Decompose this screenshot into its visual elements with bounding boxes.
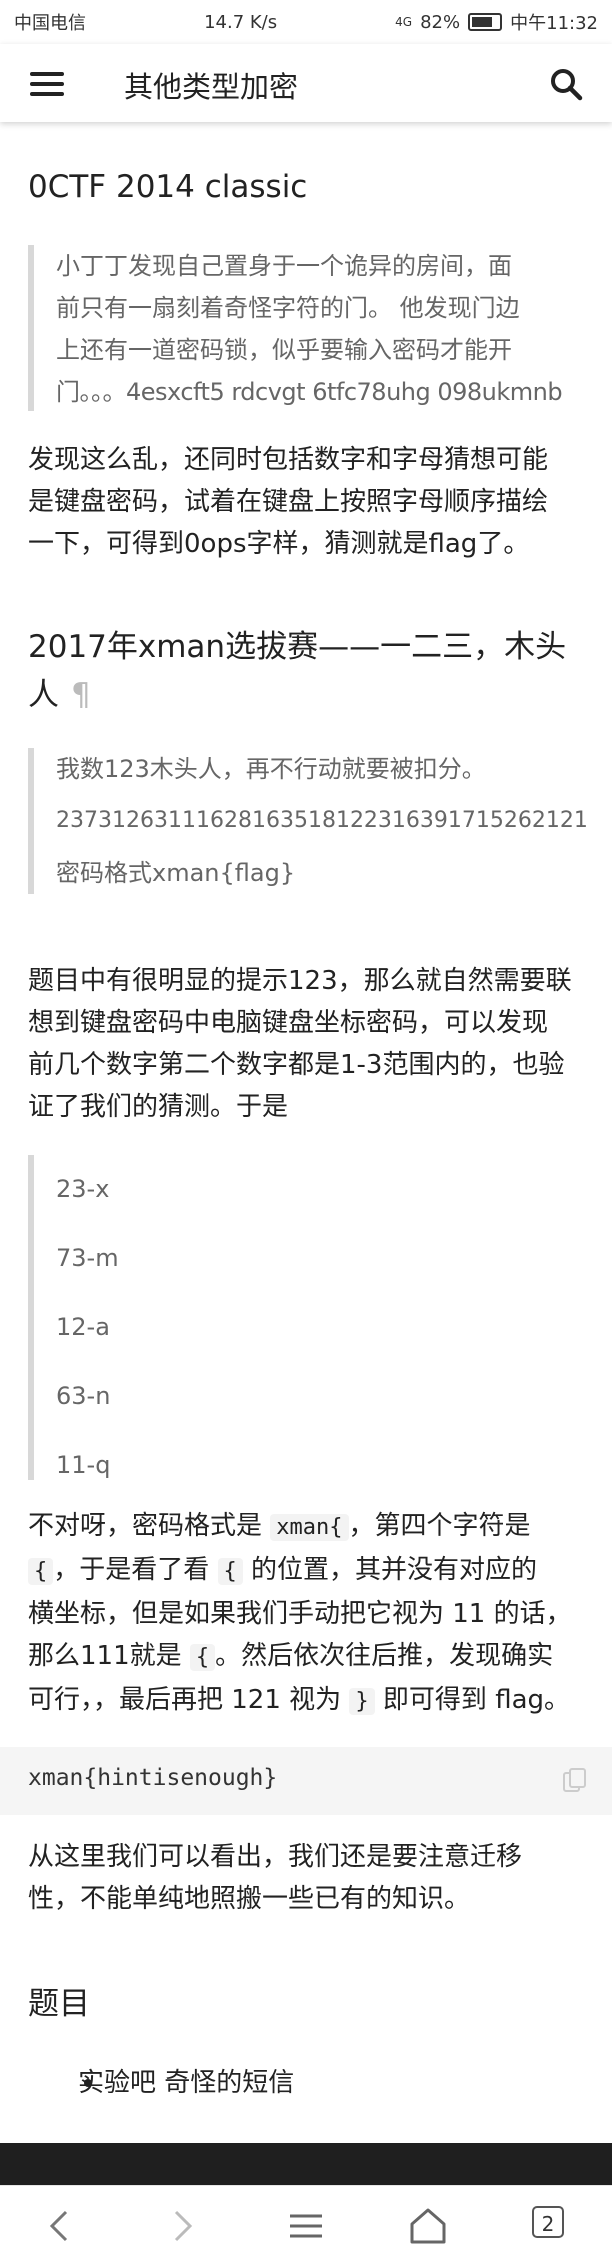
- status-right: 4G 82% 中午11:32: [395, 9, 598, 35]
- coord-item: 73-m: [56, 1244, 119, 1272]
- para-line: 可行，，最后再把 121 视为 } 即可得到 flag。: [28, 1685, 571, 1715]
- pilcrow-icon[interactable]: ¶: [71, 677, 91, 713]
- heading-line-2: 人 ¶: [28, 677, 91, 713]
- inline-code: {: [189, 1644, 216, 1671]
- carrier-label: 中国电信: [14, 13, 86, 34]
- copy-icon[interactable]: [562, 1767, 588, 1793]
- quote-line: 23731263111628163518122316391715262121: [56, 808, 588, 833]
- browser-nav-bar: 2: [0, 2185, 612, 2264]
- network-speed: 14.7 K/s: [204, 11, 278, 33]
- hamburger-menu-icon[interactable]: [30, 72, 64, 96]
- blockquote-0ctf: 小丁丁发现自己置身于一个诡异的房间，面 前只有一扇刻着奇怪字符的门。 他发现门边…: [28, 245, 588, 411]
- blockquote-xman: 我数123木头人，再不行动就要被扣分。 23731263111628163518…: [28, 748, 588, 894]
- para-line: 证了我们的猜测。于是: [28, 1092, 289, 1122]
- para-line: 那么111就是 {。然后依次往后推，发现确实: [28, 1641, 554, 1671]
- list-item[interactable]: 实验吧 奇怪的短信: [78, 2062, 294, 2099]
- coord-item: 23-x: [56, 1175, 110, 1203]
- battery-percent: 82%: [420, 11, 461, 33]
- app-bar: 其他类型加密: [0, 44, 612, 122]
- para-line: 是键盘密码，试着在键盘上按照字母顺序描绘: [28, 487, 549, 517]
- para-line: 性，不能单纯地照搬一些已有的知识。: [28, 1884, 471, 1914]
- paragraph-xman-2: 不对呀，密码格式是 xman{，第四个字符是 {，于是看了看 { 的位置，其并没…: [28, 1505, 588, 1723]
- status-bar: 中国电信 14.7 K/s 4G 82% 中午11:32: [0, 0, 612, 44]
- quote-line: 门。。。4esxcft5 rdcvgt 6tfc78uhg 098ukmnb: [56, 378, 563, 406]
- paragraph-xman-1: 题目中有很明显的提示123，那么就自然需要联 想到键盘密码中电脑键盘坐标密码，可…: [28, 960, 588, 1128]
- section-heading-xman: 2017年xman选拔赛——一二三，木头 人 ¶: [28, 623, 566, 719]
- para-line: 从这里我们可以看出，我们还是要注意迁移: [28, 1842, 523, 1872]
- home-icon[interactable]: [406, 2204, 450, 2248]
- inline-code: {: [217, 1558, 243, 1585]
- clock: 中午11:32: [510, 13, 598, 34]
- paragraph-0ctf: 发现这么乱，还同时包括数字和字母猜想可能 是键盘密码，试着在键盘上按照字母顺序描…: [28, 439, 588, 565]
- para-line: {，于是看了看 { 的位置，其并没有对应的: [28, 1549, 588, 1593]
- para-line: 横坐标，但是如果我们手动把它视为 11 的话，: [28, 1599, 572, 1629]
- battery-icon: [468, 13, 503, 31]
- coord-item: 11-q: [56, 1451, 111, 1479]
- blockquote-coordinates: 23-x 73-m 12-a 63-n 11-q: [28, 1155, 228, 1480]
- search-icon[interactable]: [546, 64, 586, 104]
- quote-line: 小丁丁发现自己置身于一个诡异的房间，面: [56, 252, 512, 280]
- para-line: 想到键盘密码中电脑键盘坐标密码，可以发现: [28, 1008, 549, 1038]
- section-heading-problems: 题目: [28, 1986, 90, 2022]
- quote-line: 密码格式xman{flag}: [56, 859, 296, 887]
- section-heading-0ctf: 0CTF 2014 classic: [28, 169, 308, 205]
- forward-icon[interactable]: [160, 2204, 204, 2248]
- footer-strip: [0, 2143, 612, 2185]
- tab-count-button[interactable]: 2: [532, 2206, 564, 2238]
- code-block[interactable]: xman{hintisenough}: [0, 1747, 612, 1815]
- quote-line: 上还有一道密码锁，似乎要输入密码才能开: [56, 336, 512, 364]
- coord-item: 12-a: [56, 1313, 110, 1341]
- inline-code: {: [28, 1558, 54, 1585]
- paragraph-xman-3: 从这里我们可以看出，我们还是要注意迁移 性，不能单纯地照搬一些已有的知识。: [28, 1836, 588, 1920]
- signal-label: 4G: [395, 15, 413, 29]
- para-line: 发现这么乱，还同时包括数字和字母猜想可能: [28, 445, 549, 475]
- quote-line: 我数123木头人，再不行动就要被扣分。: [56, 755, 486, 783]
- coord-item: 63-n: [56, 1382, 111, 1410]
- inline-code: xman{: [270, 1514, 349, 1541]
- para-line: 题目中有很明显的提示123，那么就自然需要联: [28, 966, 572, 996]
- para-line: 不对呀，密码格式是 xman{，第四个字符是: [28, 1511, 531, 1541]
- heading-line: 2017年xman选拔赛——一二三，木头: [28, 629, 567, 665]
- menu-icon[interactable]: [284, 2204, 328, 2248]
- code-text: xman{hintisenough}: [28, 1765, 278, 1791]
- quote-line: 前只有一扇刻着奇怪字符的门。 他发现门边: [56, 294, 520, 322]
- para-line: 前几个数字第二个数字都是1-3范围内的，也验: [28, 1050, 565, 1080]
- status-middle: 14.7 K/s: [204, 12, 277, 33]
- back-icon[interactable]: [38, 2204, 82, 2248]
- inline-code: }: [349, 1688, 375, 1715]
- page-title: 其他类型加密: [124, 70, 299, 104]
- para-line: 一下，可得到0ops字样，猜测就是flag了。: [28, 529, 530, 559]
